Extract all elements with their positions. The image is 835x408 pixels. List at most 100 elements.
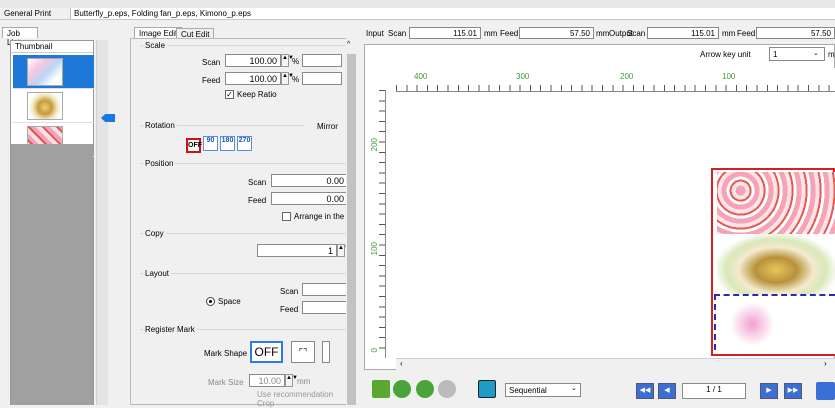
arrange-label: Arrange in the: [294, 212, 345, 221]
scale-unit: %: [292, 57, 300, 66]
arrow-key-unit: m: [828, 50, 835, 59]
position-title: Position: [143, 159, 176, 168]
rotate-off-button[interactable]: OFF: [186, 138, 202, 153]
mirror-label: Mirror: [317, 122, 338, 131]
output-scan-value: 115.01: [647, 27, 719, 39]
input-feed-unit: mm: [596, 29, 610, 38]
mark-shape-off-button[interactable]: OFF: [250, 341, 283, 363]
arrange-checkbox[interactable]: [282, 212, 291, 221]
file-names-field: Butterfly_p.eps, Folding fan_p.eps, Kimo…: [70, 8, 835, 19]
next-page-button[interactable]: ▶: [760, 383, 778, 399]
job-list-divider: [96, 40, 108, 405]
last-page-button[interactable]: ▶▶: [784, 383, 802, 399]
layout-scan-input[interactable]: [302, 283, 350, 296]
folding-fan-image[interactable]: [717, 234, 835, 294]
copy-input[interactable]: 1: [257, 244, 337, 257]
scale-title: Scale: [143, 41, 168, 50]
general-print-label: General Print: [4, 9, 52, 18]
scale-scan-label: Scan: [202, 58, 221, 67]
bottom-toolbar: Sequential ⌄ ◀◀ ◀ 1 / 1 ▶ ▶▶: [364, 372, 835, 405]
rotate-180-button[interactable]: 180: [220, 136, 235, 151]
job-item-folding-fan[interactable]: [13, 89, 94, 123]
ruler-label: 200: [620, 72, 634, 81]
tab-job-list[interactable]: Job List: [2, 27, 38, 47]
layout-feed-label: Feed: [280, 305, 299, 314]
page-indicator[interactable]: 1 / 1: [682, 383, 746, 399]
arrow-key-unit-label: Arrow key unit: [700, 50, 751, 59]
mark-size-unit: mm: [297, 377, 311, 386]
ruler-label: 400: [414, 72, 428, 81]
first-page-button[interactable]: ◀◀: [636, 383, 654, 399]
job-list-empty-area: [11, 144, 93, 405]
space-label: Space: [218, 297, 241, 306]
image-edit-panel: Scale Scan 100.00 ▲▼ % Feed 100.00 ▲▼ % …: [130, 38, 357, 408]
job-list-header: Thumbnail: [11, 41, 93, 53]
output-feed-value: 57.50: [756, 27, 835, 39]
ruler-label: 200: [370, 138, 379, 152]
ruler-label: 0: [370, 348, 379, 353]
scale-scan-spinner[interactable]: ▲▼: [281, 54, 294, 67]
top-strip: [0, 0, 835, 8]
output-scan-unit: mm: [722, 29, 736, 38]
panel-scrollbar-thumb[interactable]: [347, 54, 356, 405]
keep-ratio-label: Keep Ratio: [237, 90, 277, 99]
position-scan-input[interactable]: 0.00: [271, 174, 348, 187]
layout-feed-input[interactable]: [302, 301, 350, 314]
scroll-right-icon[interactable]: ›: [824, 359, 827, 368]
canvas-horizontal-scrollbar[interactable]: ‹ ›: [396, 358, 835, 370]
ruler-label: 100: [370, 242, 379, 256]
scroll-left-icon[interactable]: ‹: [400, 359, 403, 368]
thumbnail-image: [27, 92, 63, 120]
zoom-in-icon[interactable]: [416, 380, 434, 398]
mark-size-spinner[interactable]: ▲▼: [285, 374, 298, 387]
job-item-butterfly[interactable]: [13, 55, 94, 89]
input-scan-label: Scan: [388, 29, 407, 38]
copy-group: Copy 1 ▲▼ c: [140, 229, 351, 269]
output-scan-label: Scan: [627, 29, 646, 38]
refresh-icon[interactable]: [438, 380, 456, 398]
recommendation-hint: Use recommendation Crop: [257, 390, 334, 408]
copy-title: Copy: [143, 229, 166, 238]
zoom-out-icon[interactable]: [393, 380, 411, 398]
ruler-ticks: [396, 85, 835, 91]
horizontal-ruler: 400 300 200 100: [396, 68, 835, 92]
scale-feed-input[interactable]: 100.00: [225, 72, 281, 85]
scale-feed-spinner[interactable]: ▲▼: [281, 72, 294, 85]
chevron-down-icon: ⌄: [571, 385, 577, 392]
info-bar: Input Scan 115.01 mm Feed 57.50 mm Outpu…: [364, 26, 835, 40]
vertical-ruler: 200 100 0: [368, 90, 386, 358]
thumbnail-image: [27, 58, 63, 86]
mark-shape-extra-button[interactable]: [322, 341, 330, 363]
selection-dashed-border: [714, 294, 835, 350]
title-bar: General Print Butterfly_p.eps, Folding f…: [0, 8, 835, 20]
position-group: Position Scan 0.00 Feed 0.00 Arrange in …: [140, 159, 350, 233]
mark-size-label: Mark Size: [208, 378, 244, 387]
rotation-group: Rotation OFF 90 180 270 Mirror: [140, 121, 338, 155]
mode-select[interactable]: Sequential: [505, 383, 581, 397]
kimono-image[interactable]: [717, 172, 835, 234]
rotate-90-button[interactable]: 90: [203, 136, 218, 151]
ruler-label: 100: [722, 72, 736, 81]
ruler-ticks: [379, 90, 385, 358]
scale-extra-field[interactable]: [302, 54, 342, 67]
fit-view-icon[interactable]: [372, 380, 390, 398]
scale-unit: %: [292, 75, 300, 84]
prev-page-button[interactable]: ◀: [658, 383, 676, 399]
position-feed-input[interactable]: 0.00: [271, 192, 348, 205]
scroll-up-icon[interactable]: ^: [347, 41, 350, 48]
mark-shape-corner-button[interactable]: ⌜⌝: [291, 341, 315, 363]
keep-ratio-checkbox[interactable]: ✓: [225, 90, 234, 99]
sequential-mode-icon[interactable]: [478, 380, 496, 398]
preview-icon[interactable]: [816, 382, 835, 400]
layout-title: Layout: [143, 269, 172, 278]
rotate-270-button[interactable]: 270: [237, 136, 252, 151]
scale-extra-field[interactable]: [302, 72, 342, 85]
space-radio[interactable]: [206, 297, 215, 306]
copy-spinner[interactable]: ▲▼: [337, 244, 350, 257]
chevron-down-icon: ⌄: [813, 50, 819, 57]
input-scan-value: 115.01: [409, 27, 481, 39]
scale-scan-input[interactable]: 100.00: [225, 54, 281, 67]
layout-scan-label: Scan: [280, 287, 299, 296]
input-feed-value: 57.50: [519, 27, 594, 39]
mark-size-input[interactable]: 10.00: [249, 374, 285, 387]
